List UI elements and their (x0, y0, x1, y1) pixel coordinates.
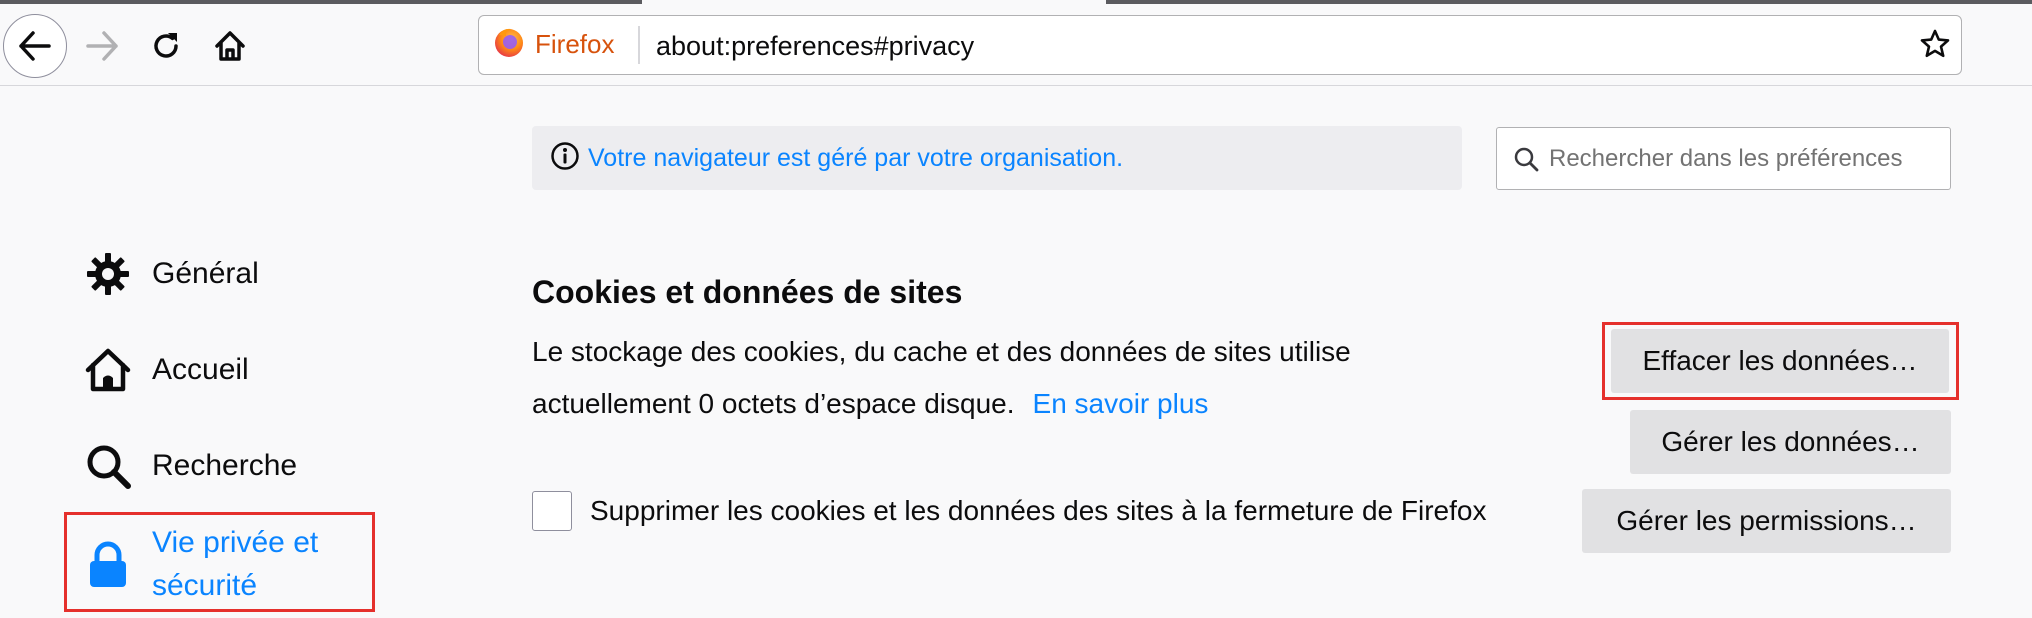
sidebar-item-label: Général (152, 257, 259, 290)
sidebar-item-label: Accueil (152, 353, 249, 386)
search-icon (84, 442, 132, 490)
identity-label: Firefox (535, 28, 615, 59)
highlight-box-clear-data (1602, 322, 1959, 400)
site-data-usage-text: actuellement 0 octets d’espace disque. (532, 388, 1015, 419)
gear-icon (84, 250, 132, 298)
sidebar-item-label: Recherche (152, 449, 298, 482)
identity-divider (638, 26, 640, 64)
home-icon (213, 29, 247, 63)
search-icon (1513, 146, 1539, 177)
info-icon (550, 141, 580, 176)
site-data-description-line1: Le stockage des cookies, du cache et des… (532, 336, 1351, 367)
back-button[interactable] (3, 14, 67, 78)
identity-box[interactable]: Firefox (493, 24, 614, 64)
section-title: Cookies et données de sites (532, 274, 963, 310)
sidebar-item-general[interactable]: Général (84, 244, 259, 304)
manage-data-button[interactable]: Gérer les données… (1630, 410, 1951, 474)
search-input[interactable] (1549, 140, 1939, 178)
site-data-description-line2: actuellement 0 octets d’espace disque. En… (532, 388, 1208, 420)
sidebar-item-home[interactable]: Accueil (84, 340, 249, 400)
policy-notice-link[interactable]: Votre navigateur est géré par votre orga… (588, 144, 1123, 173)
preferences-search[interactable] (1496, 127, 1951, 190)
reload-button[interactable] (134, 14, 198, 78)
reload-icon (150, 30, 182, 62)
manage-permissions-button[interactable]: Gérer les permissions… (1582, 489, 1951, 553)
learn-more-link[interactable]: En savoir plus (1033, 388, 1209, 419)
policy-notice: Votre navigateur est géré par votre orga… (532, 126, 1462, 190)
delete-on-close-checkbox[interactable] (532, 491, 572, 531)
url-bar[interactable]: Firefox about:preferences#privacy (478, 15, 1962, 75)
arrow-left-icon (18, 31, 52, 61)
arrow-right-icon (85, 31, 119, 61)
home-icon (84, 346, 132, 394)
star-icon[interactable] (1919, 28, 1951, 65)
forward-button[interactable] (70, 14, 134, 78)
delete-on-close-label[interactable]: Supprimer les cookies et les données des… (590, 495, 1486, 527)
delete-on-close-row[interactable]: Supprimer les cookies et les données des… (532, 490, 1486, 532)
highlight-box-privacy (64, 512, 375, 612)
sidebar-item-search[interactable]: Recherche (84, 436, 297, 496)
firefox-logo-icon (493, 26, 525, 63)
url-text[interactable]: about:preferences#privacy (656, 31, 974, 62)
navigation-toolbar: Firefox about:preferences#privacy (0, 4, 2032, 86)
home-button[interactable] (198, 14, 262, 78)
